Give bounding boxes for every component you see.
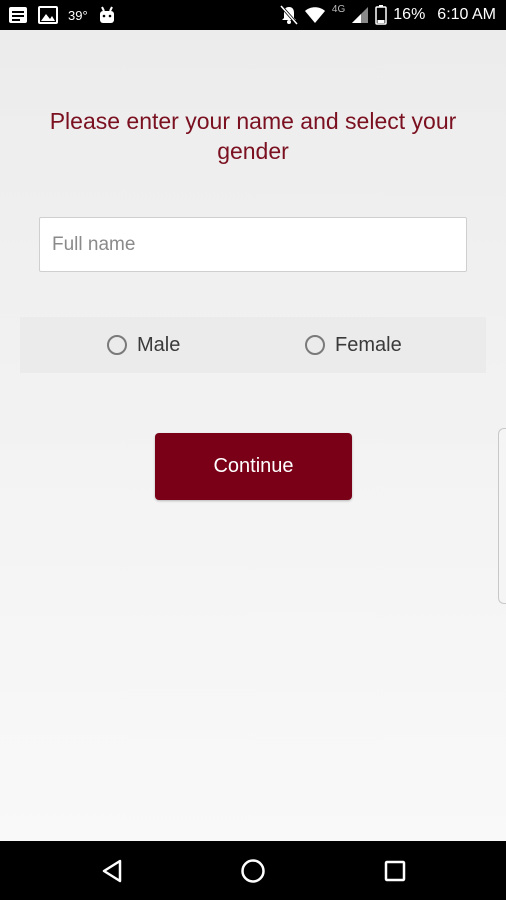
radio-male-label: Male <box>137 333 181 356</box>
network-type: 4G <box>331 3 346 15</box>
continue-button[interactable]: Continue <box>155 433 352 500</box>
mute-icon <box>279 5 298 25</box>
back-button[interactable] <box>82 841 142 900</box>
radio-female-label: Female <box>335 333 402 356</box>
image-icon <box>38 6 58 24</box>
page-title: Please enter your name and select your g… <box>49 108 457 164</box>
radio-male[interactable] <box>107 335 127 355</box>
home-icon <box>240 858 266 884</box>
radio-female[interactable] <box>305 335 325 355</box>
gender-radio-group: Male Female <box>20 317 486 373</box>
temperature: 39° <box>68 7 88 23</box>
battery-icon <box>375 5 388 25</box>
home-button[interactable] <box>223 841 283 900</box>
signal-icon <box>351 6 369 24</box>
wifi-icon <box>304 6 326 24</box>
status-bar: 39° 4G 16% 6:10 AM <box>0 0 506 30</box>
gender-option-female[interactable]: Female <box>305 317 402 373</box>
nav-bar <box>0 841 506 900</box>
recents-icon <box>384 860 406 882</box>
clock: 6:10 AM <box>437 6 496 23</box>
back-icon <box>101 859 123 883</box>
notification-icon <box>8 6 28 24</box>
battery-percent: 16% <box>393 6 426 23</box>
status-left: 39° <box>8 0 116 30</box>
full-name-input[interactable] <box>39 217 467 272</box>
status-right: 4G 16% 6:10 AM <box>279 0 496 30</box>
recents-button[interactable] <box>365 841 425 900</box>
gender-option-male[interactable]: Male <box>107 317 180 373</box>
android-icon <box>98 6 116 24</box>
main-content: Please enter your name and select your g… <box>0 30 506 841</box>
side-panel-handle[interactable] <box>498 428 506 604</box>
